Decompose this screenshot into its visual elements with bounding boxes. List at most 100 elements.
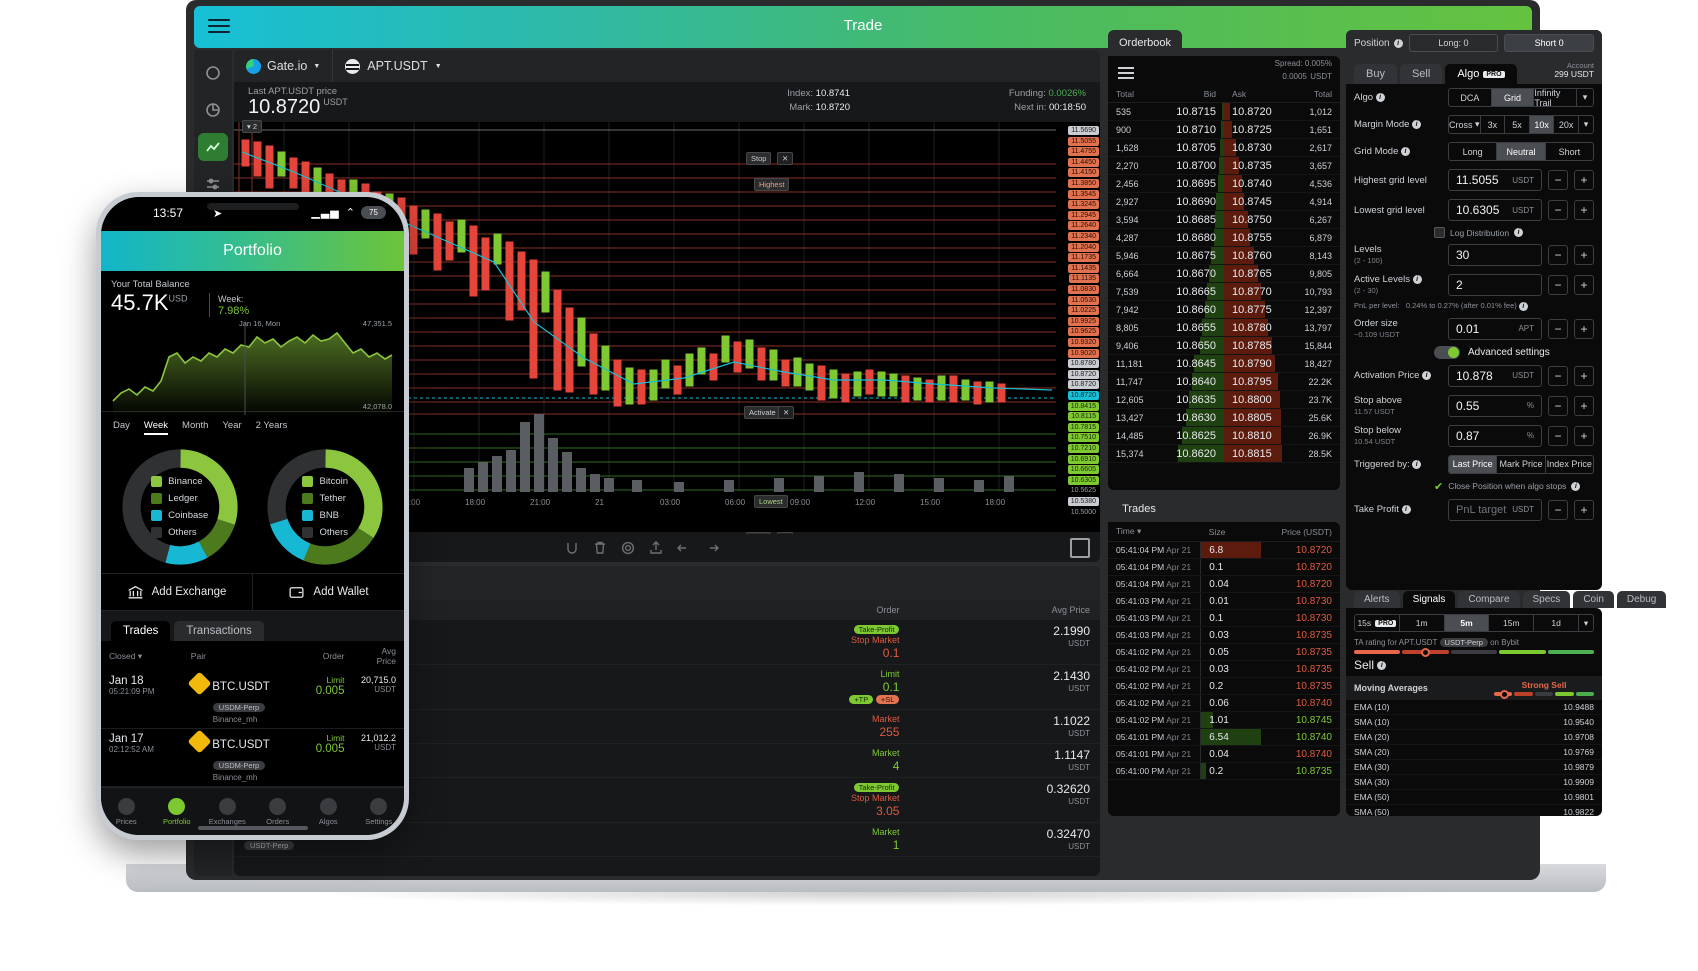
tab-compare[interactable]: Compare xyxy=(1458,591,1520,608)
range-month[interactable]: Month xyxy=(182,420,208,435)
phone-col-closed[interactable]: Closed ▾ xyxy=(101,641,183,671)
fullscreen-icon[interactable] xyxy=(1070,538,1090,558)
tab-trades[interactable]: Trades xyxy=(1108,496,1170,522)
take-profit-plus-button[interactable]: + xyxy=(1574,499,1594,520)
short-chip[interactable]: Short 0 xyxy=(1504,34,1595,52)
stop-below-plus-button[interactable]: + xyxy=(1574,425,1594,446)
active-levels-plus-button[interactable]: + xyxy=(1574,275,1594,295)
pair-selector[interactable]: APT.USDT ▼ xyxy=(333,50,453,82)
margin-segmented[interactable]: Cross ▾ 3x 5x 10x 20x ▾ xyxy=(1448,115,1594,134)
chart-scale-badge[interactable]: ▾ 2 xyxy=(242,120,263,133)
range-day[interactable]: Day xyxy=(113,420,130,435)
phone-nav-algos[interactable]: Algos xyxy=(303,788,354,835)
chart-tag-stop-top-close[interactable]: ✕ xyxy=(777,152,794,165)
portfolio-mini-chart[interactable]: Jan 16, Mon 47,351.5 42,078.0 xyxy=(111,319,394,415)
trigger-segmented[interactable]: Last Price Mark Price Index Price xyxy=(1448,454,1594,474)
active-levels-minus-button[interactable]: − xyxy=(1548,275,1568,295)
tf-15s[interactable]: 15s PRO xyxy=(1355,615,1400,631)
phone-nav-settings[interactable]: Settings xyxy=(354,788,405,835)
orderbook-row[interactable]: 900 10.8710 10.8725 1,651 xyxy=(1108,120,1340,139)
tab-debug[interactable]: Debug xyxy=(1616,591,1667,608)
orderbook-row[interactable]: 11,747 10.8640 10.8795 22.2K xyxy=(1108,372,1340,391)
undo-icon[interactable] xyxy=(676,540,692,556)
log-distribution-checkbox[interactable] xyxy=(1434,227,1445,238)
range-week[interactable]: Week xyxy=(143,420,169,435)
activation-minus-button[interactable]: − xyxy=(1548,365,1568,386)
sidebar-item-prices[interactable] xyxy=(198,59,228,87)
levels-minus-button[interactable]: − xyxy=(1548,245,1568,265)
algo-option-infinity[interactable]: Infinity Trail xyxy=(1534,89,1578,106)
info-icon[interactable]: i xyxy=(1377,661,1387,671)
donut-assets[interactable]: Bitcoin Tether BNB Others xyxy=(253,445,399,569)
levels-plus-button[interactable]: + xyxy=(1574,245,1594,265)
info-icon[interactable]: i xyxy=(1393,38,1403,48)
magnet-icon[interactable] xyxy=(564,540,580,556)
algo-option-dca[interactable]: DCA xyxy=(1449,89,1492,106)
chart-tag-stop-top[interactable]: Stop xyxy=(746,152,772,165)
tf-5m[interactable]: 5m xyxy=(1444,615,1490,631)
tf-1m[interactable]: 1m xyxy=(1400,615,1445,631)
orderbook-row[interactable]: 3,594 10.8685 10.8750 6,267 xyxy=(1108,210,1340,229)
trigger-index-price[interactable]: Index Price xyxy=(1546,456,1593,473)
tf-15m[interactable]: 15m xyxy=(1489,615,1535,631)
advanced-settings-toggle[interactable] xyxy=(1434,345,1460,359)
trades-col-time[interactable]: Time ▾ xyxy=(1108,522,1201,542)
range-2years[interactable]: 2 Years xyxy=(256,420,288,435)
tab-signals[interactable]: Signals xyxy=(1402,591,1456,608)
tab-sell[interactable]: Sell xyxy=(1399,64,1443,84)
orderbook-row[interactable]: 5,946 10.8675 10.8760 8,143 xyxy=(1108,246,1340,265)
active-levels-input[interactable]: 2 xyxy=(1448,274,1542,296)
grid-short[interactable]: Short xyxy=(1546,143,1593,160)
chart-tag-activate[interactable]: Activate xyxy=(744,406,781,419)
lev-5x[interactable]: 5x xyxy=(1505,116,1530,133)
long-chip[interactable]: Long: 0 xyxy=(1408,34,1499,52)
stop-above-plus-button[interactable]: + xyxy=(1574,395,1594,416)
orderbook-row[interactable]: 2,927 10.8690 10.8745 4,914 xyxy=(1108,192,1340,211)
orderbook-row[interactable]: 14,485 10.8625 10.8810 26.9K xyxy=(1108,426,1340,445)
algo-segmented[interactable]: DCA Grid Infinity Trail ▾ xyxy=(1448,88,1594,107)
grid-neutral[interactable]: Neutral xyxy=(1497,143,1546,160)
orderbook-row[interactable]: 535 10.8715 10.8720 1,012 xyxy=(1108,102,1340,121)
tab-orderbook[interactable]: Orderbook xyxy=(1108,30,1182,56)
orderbook-row[interactable]: 11,181 10.8645 10.8790 18,427 xyxy=(1108,354,1340,373)
sidebar-item-trade[interactable] xyxy=(198,133,228,161)
range-year[interactable]: Year xyxy=(222,420,241,435)
tab-specs[interactable]: Specs xyxy=(1522,591,1571,608)
lev-20x[interactable]: 20x xyxy=(1554,116,1579,133)
exchange-selector[interactable]: Gate.io ▼ xyxy=(234,50,334,82)
lowest-minus-button[interactable]: − xyxy=(1548,200,1568,220)
stop-below-input[interactable]: 0.87% xyxy=(1448,424,1542,447)
highest-plus-button[interactable]: + xyxy=(1574,170,1594,190)
phone-trade-row[interactable]: Jan 18 05:21:09 PM BTC.USDT USDM-Perp Binan… xyxy=(101,671,404,729)
algo-more-icon[interactable]: ▾ xyxy=(1577,89,1593,106)
margin-cross[interactable]: Cross ▾ xyxy=(1449,116,1481,133)
info-icon[interactable]: i xyxy=(1571,481,1581,491)
lowest-grid-input[interactable]: 10.6305 USDT xyxy=(1448,199,1542,221)
tab-alerts[interactable]: Alerts xyxy=(1354,591,1400,608)
range-selector[interactable]: Day Week Month Year 2 Years xyxy=(101,411,404,441)
orderbook-row[interactable]: 6,664 10.8670 10.8765 9,805 xyxy=(1108,264,1340,283)
algo-option-grid[interactable]: Grid xyxy=(1491,89,1535,106)
tf-more-icon[interactable]: ▾ xyxy=(1579,615,1593,631)
orderbook-row[interactable]: 15,374 10.8620 10.8815 28.5K xyxy=(1108,444,1340,463)
orderbook-row[interactable]: 7,539 10.8665 10.8770 10,793 xyxy=(1108,282,1340,301)
order-size-input[interactable]: 0.01 APT xyxy=(1448,317,1542,340)
info-icon[interactable]: i xyxy=(1514,228,1524,237)
orderbook-row[interactable]: 12,605 10.8635 10.8800 23.7K xyxy=(1108,390,1340,409)
orderbook-row[interactable]: 2,270 10.8700 10.8735 3,657 xyxy=(1108,156,1340,175)
tab-buy[interactable]: Buy xyxy=(1354,64,1397,84)
trigger-last-price[interactable]: Last Price xyxy=(1449,455,1498,473)
lev-3x[interactable]: 3x xyxy=(1481,116,1506,133)
lev-10x[interactable]: 10x xyxy=(1529,116,1555,133)
stop-above-minus-button[interactable]: − xyxy=(1548,395,1568,416)
info-icon[interactable]: i xyxy=(1412,459,1422,469)
phone-tab-transactions[interactable]: Transactions xyxy=(174,621,264,641)
orderbook-row[interactable]: 9,406 10.8650 10.8785 15,844 xyxy=(1108,336,1340,355)
order-size-minus-button[interactable]: − xyxy=(1548,318,1568,339)
share-icon[interactable] xyxy=(648,540,664,556)
grid-mode-segmented[interactable]: Long Neutral Short xyxy=(1448,142,1594,161)
highest-minus-button[interactable]: − xyxy=(1548,170,1568,190)
chart-tag-activate-close[interactable]: ✕ xyxy=(778,406,795,419)
lowest-plus-button[interactable]: + xyxy=(1574,200,1594,220)
orderbook-row[interactable]: 4,287 10.8680 10.8755 6,879 xyxy=(1108,228,1340,247)
